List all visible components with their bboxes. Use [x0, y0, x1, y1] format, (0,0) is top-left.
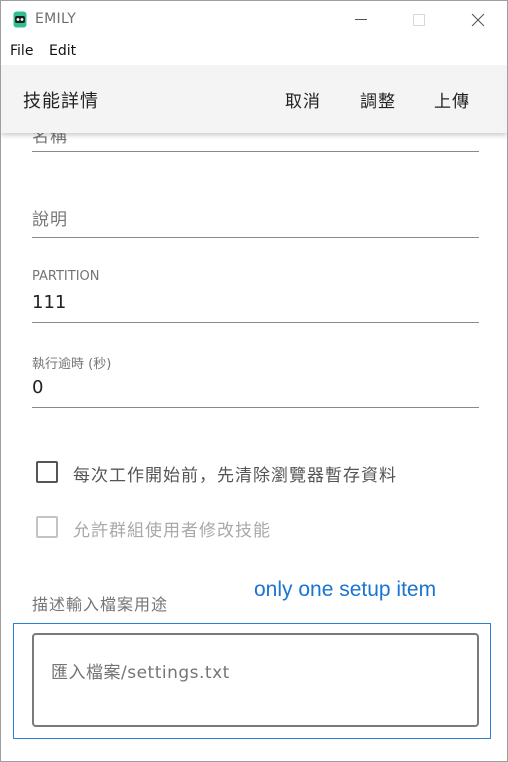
input-file-description-value: 匯入檔案/settings.txt	[51, 663, 230, 683]
app-logo-icon	[13, 11, 27, 28]
timeout-label: 執行逾時 (秒)	[32, 357, 112, 372]
timeout-input[interactable]: 0	[32, 377, 43, 398]
title-bar: EMILY	[1, 1, 507, 39]
app-window: EMILY File Edit 技能詳情 取消 調整 上傳 名稱 說明 PART…	[0, 0, 508, 762]
upload-button[interactable]: 上傳	[434, 87, 470, 112]
close-button[interactable]	[455, 1, 501, 39]
page-title: 技能詳情	[23, 91, 99, 112]
close-icon	[471, 13, 485, 27]
partition-input[interactable]: 111	[32, 292, 66, 313]
allow-group-edit-label: 允許群組使用者修改技能	[73, 521, 271, 541]
allow-group-edit-checkbox	[36, 516, 58, 538]
clear-cache-checkbox[interactable]	[36, 461, 58, 483]
annotation-note: only one setup item	[254, 578, 437, 601]
cancel-button[interactable]: 取消	[285, 87, 321, 112]
menu-edit[interactable]: Edit	[49, 43, 76, 59]
input-file-description-textarea[interactable]: 匯入檔案/settings.txt	[32, 633, 479, 727]
menu-file[interactable]: File	[10, 43, 33, 59]
minimize-button[interactable]	[339, 1, 385, 39]
name-field-underline[interactable]	[32, 151, 479, 152]
description-field-underline	[32, 237, 479, 238]
app-bar: 技能詳情 取消 調整 上傳	[1, 65, 507, 133]
window-title: EMILY	[35, 11, 77, 27]
content-area: 技能詳情 取消 調整 上傳 名稱 說明 PARTITION 111 執行逾時 (…	[1, 65, 507, 761]
menu-bar: File Edit	[1, 39, 507, 65]
clear-cache-label: 每次工作開始前，先清除瀏覽器暫存資料	[73, 466, 397, 486]
partition-label: PARTITION	[32, 269, 100, 284]
description-field[interactable]: 說明	[32, 205, 68, 230]
partition-underline	[32, 322, 479, 323]
adjust-button[interactable]: 調整	[360, 87, 396, 112]
input-file-description-label: 描述輸入檔案用途	[32, 595, 169, 614]
maximize-button[interactable]	[396, 1, 442, 39]
timeout-underline	[32, 407, 479, 408]
